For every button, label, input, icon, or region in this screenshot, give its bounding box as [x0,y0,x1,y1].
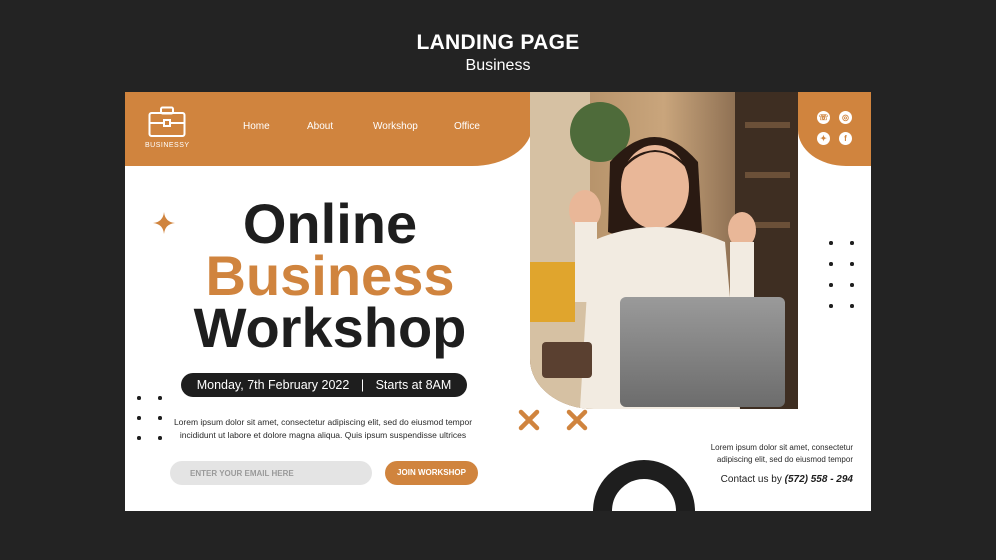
hero-title-line3: Workshop [193,296,467,359]
hero-photo [530,92,798,409]
decor-dot [158,436,162,440]
contact-description-line2: adipiscing elit, sed do eiusmod tempor [716,455,853,464]
decor-dot [850,304,854,308]
page-header-title: LANDING PAGE [416,31,580,54]
email-input[interactable] [170,461,372,485]
hero-body-line1: Lorem ipsum dolor sit amet, consectetur … [173,417,473,427]
hero-body: Lorem ipsum dolor sit amet, consectetur … [173,416,473,442]
cross-mark-icon [566,409,588,431]
decor-dot [137,416,141,420]
decor-dot [158,396,162,400]
contact-line: Contact us by (572) 558 - 294 [685,474,853,485]
decor-dot [829,283,833,287]
nav-about[interactable]: About [307,121,333,132]
contact-phone[interactable]: (572) 558 - 294 [785,474,853,485]
page-header-subtitle: Business [465,57,531,74]
logo-text: BUSINESSY [145,142,190,149]
decor-dot [137,396,141,400]
join-workshop-button[interactable]: JOIN WORKSHOP [385,461,478,485]
event-time: Starts at 8AM [375,378,452,392]
decor-dot [829,304,833,308]
hero-body-line2: incididunt ut labore et dolore magna ali… [179,430,467,440]
social-band [798,92,871,166]
decor-dot [829,241,833,245]
nav-home[interactable]: Home [243,121,270,132]
cross-mark-icon [518,409,540,431]
decor-dot [850,283,854,287]
nav-office[interactable]: Office [454,121,480,132]
event-date-pill: Monday, 7th February 2022 | Starts at 8A… [181,373,467,397]
briefcase-icon [148,106,186,137]
landing-card: BUSINESSY Home About Workshop Office ☏ ◎… [125,92,871,511]
decor-dot [850,241,854,245]
event-date: Monday, 7th February 2022 [196,378,350,392]
whatsapp-icon[interactable]: ☏ [817,111,830,124]
logo[interactable]: BUSINESSY [145,106,189,149]
contact-description-line1: Lorem ipsum dolor sit amet, consectetur [710,443,853,452]
decor-dot [829,262,833,266]
decor-ring [593,460,695,511]
instagram-icon[interactable]: ◎ [839,111,852,124]
nav-workshop[interactable]: Workshop [373,121,418,132]
contact-description: Lorem ipsum dolor sit amet, consectetur … [685,442,853,466]
facebook-icon[interactable]: f [839,132,852,145]
twitter-icon[interactable]: ✦ [817,132,830,145]
decor-dot [158,416,162,420]
date-separator: | [360,378,365,392]
decor-dot [137,436,141,440]
contact-label: Contact us by [720,474,782,485]
decor-dot [850,262,854,266]
